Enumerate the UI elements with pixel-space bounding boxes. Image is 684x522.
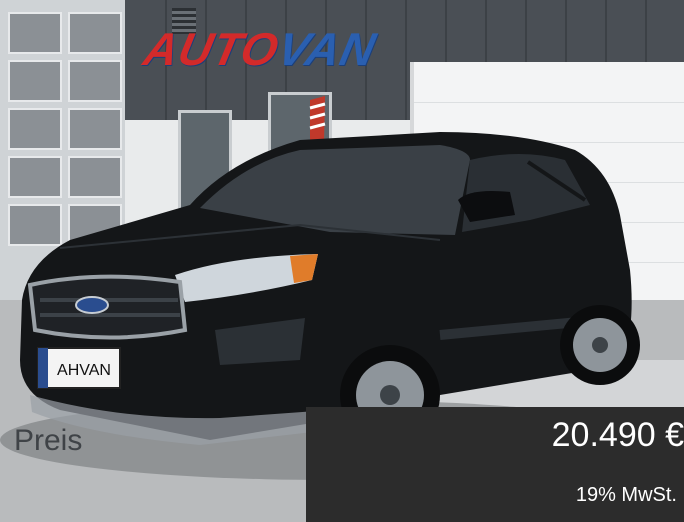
price-label: Preis bbox=[14, 424, 83, 457]
tax-note: 19% MwSt. bbox=[575, 484, 677, 506]
listing-card[interactable]: AUTOVAN AHVAN Preis 20.490 € 19% MwSt. bbox=[0, 0, 684, 522]
price-value: 20.490 € bbox=[551, 416, 684, 454]
license-plate-text: AHVAN bbox=[57, 362, 111, 379]
